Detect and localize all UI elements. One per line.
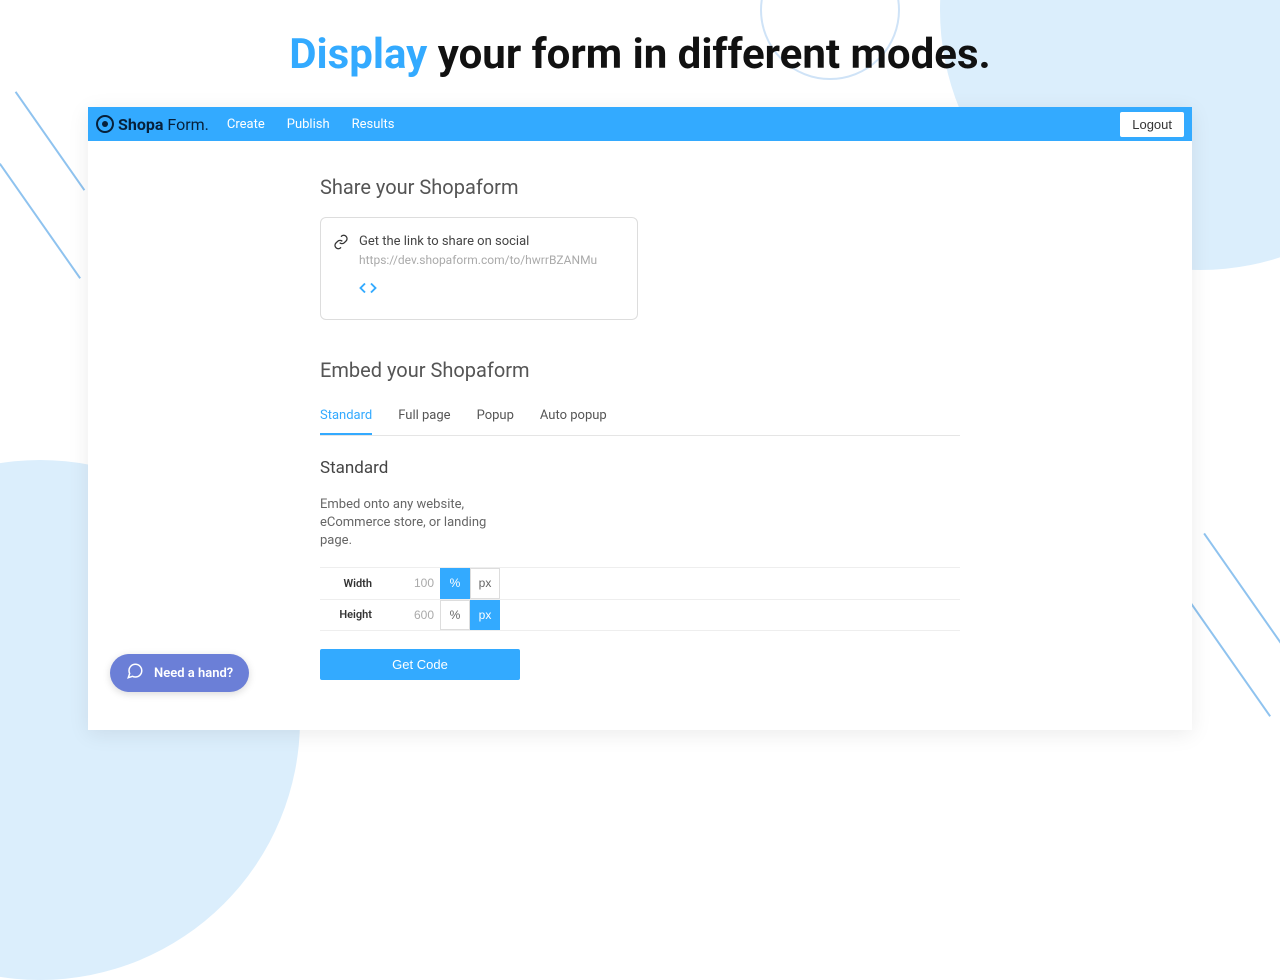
help-widget[interactable]: Need a hand? (110, 654, 249, 692)
deco-line (0, 163, 81, 279)
width-label: Width (320, 577, 380, 590)
app-window: ShopaForm. Create Publish Results Logout… (88, 107, 1192, 730)
embed-subtitle: Standard (320, 458, 960, 478)
deco-line (15, 91, 85, 190)
width-unit-percent[interactable]: % (440, 568, 470, 599)
logout-button[interactable]: Logout (1120, 112, 1184, 137)
height-unit-percent[interactable]: % (440, 600, 470, 630)
width-row: Width % px (320, 567, 960, 599)
tab-popup[interactable]: Popup (477, 400, 514, 435)
height-label: Height (320, 608, 380, 621)
share-section-title: Share your Shopaform (320, 175, 960, 199)
topbar: ShopaForm. Create Publish Results Logout (88, 107, 1192, 141)
get-code-button[interactable]: Get Code (320, 649, 520, 680)
height-unit-px[interactable]: px (470, 600, 500, 630)
embed-description: Embed onto any website, eCommerce store,… (320, 496, 520, 551)
content-area: Share your Shopaform Get the link to sha… (88, 141, 1192, 730)
embed-panel: Standard Embed onto any website, eCommer… (320, 436, 960, 680)
width-input[interactable] (380, 568, 440, 599)
deco-line (1203, 533, 1280, 665)
share-url[interactable]: https://dev.shopaform.com/to/hwrrBZANMu (359, 253, 597, 267)
chat-icon (126, 662, 144, 684)
tab-fullpage[interactable]: Full page (398, 400, 450, 435)
nav-publish[interactable]: Publish (287, 117, 330, 132)
width-unit-px[interactable]: px (470, 568, 500, 599)
logo-mark-icon (96, 115, 114, 133)
main-nav: Create Publish Results (227, 117, 395, 132)
tab-autopopup[interactable]: Auto popup (540, 400, 607, 435)
nav-results[interactable]: Results (352, 117, 395, 132)
brand-logo[interactable]: ShopaForm. (96, 115, 209, 134)
help-label: Need a hand? (154, 666, 233, 681)
code-icon[interactable] (359, 279, 621, 301)
embed-tabs: Standard Full page Popup Auto popup (320, 400, 960, 436)
share-card: Get the link to share on social https://… (320, 217, 638, 320)
brand-thin: Form. (167, 115, 208, 134)
tab-standard[interactable]: Standard (320, 400, 372, 435)
headline-accent: Display (289, 30, 427, 79)
link-icon (333, 234, 349, 254)
brand-bold: Shopa (118, 115, 163, 134)
page-headline: Display your form in different modes. (0, 0, 1280, 79)
height-input[interactable] (380, 600, 440, 630)
headline-rest: your form in different modes. (427, 30, 990, 79)
embed-section-title: Embed your Shopaform (320, 358, 960, 382)
height-row: Height % px (320, 599, 960, 631)
deco-line (1189, 601, 1271, 717)
share-instruction: Get the link to share on social (359, 234, 597, 249)
nav-create[interactable]: Create (227, 117, 265, 132)
